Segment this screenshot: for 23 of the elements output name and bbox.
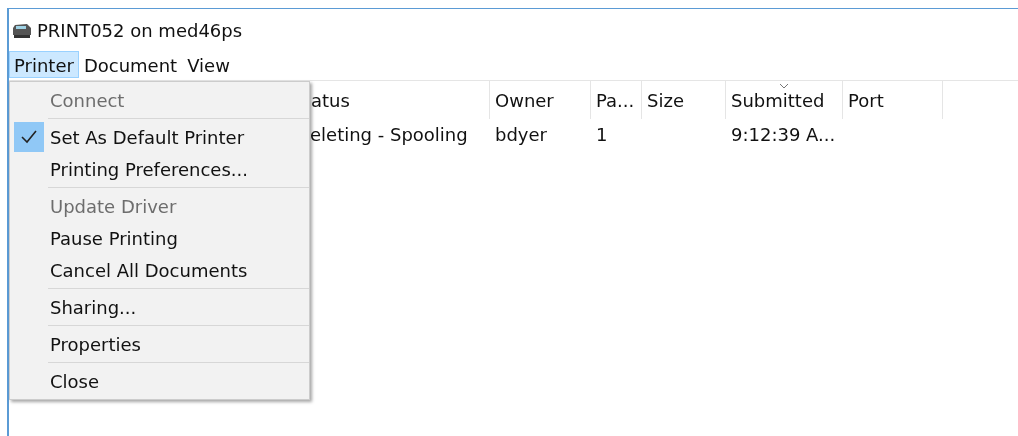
menu-item[interactable]: Pause Printing — [10, 222, 309, 254]
menu-item[interactable]: Cancel All Documents — [10, 254, 309, 286]
menu-bar-item[interactable]: Printer — [9, 51, 79, 78]
menu-bar-item[interactable]: View — [182, 51, 235, 78]
menu-item[interactable]: Properties — [10, 328, 309, 360]
table-cell: 1 — [596, 123, 608, 145]
printer-icon — [10, 22, 34, 39]
column-header[interactable]: Submitted — [726, 81, 843, 119]
table-cell: bdyer — [495, 123, 547, 145]
table-cell: 9:12:39 A... — [731, 123, 836, 145]
checkmark-icon — [14, 122, 44, 152]
column-header[interactable]: Port — [843, 81, 943, 119]
sort-caret-icon — [779, 83, 789, 89]
column-header[interactable]: Size — [642, 81, 726, 119]
column-header[interactable]: Owner — [490, 81, 591, 119]
menu-bar-item[interactable]: Document — [78, 51, 183, 78]
menu-item[interactable]: Sharing... — [10, 291, 309, 323]
menu-item[interactable]: Close — [10, 365, 309, 397]
menu-item[interactable]: Set As Default Printer — [10, 121, 309, 153]
menu-item[interactable]: Printing Preferences... — [10, 153, 309, 185]
window-title: PRINT052 on med46ps — [37, 19, 243, 43]
table-cell: eleting - Spooling — [310, 123, 468, 145]
column-header[interactable]: Pa... — [591, 81, 642, 119]
